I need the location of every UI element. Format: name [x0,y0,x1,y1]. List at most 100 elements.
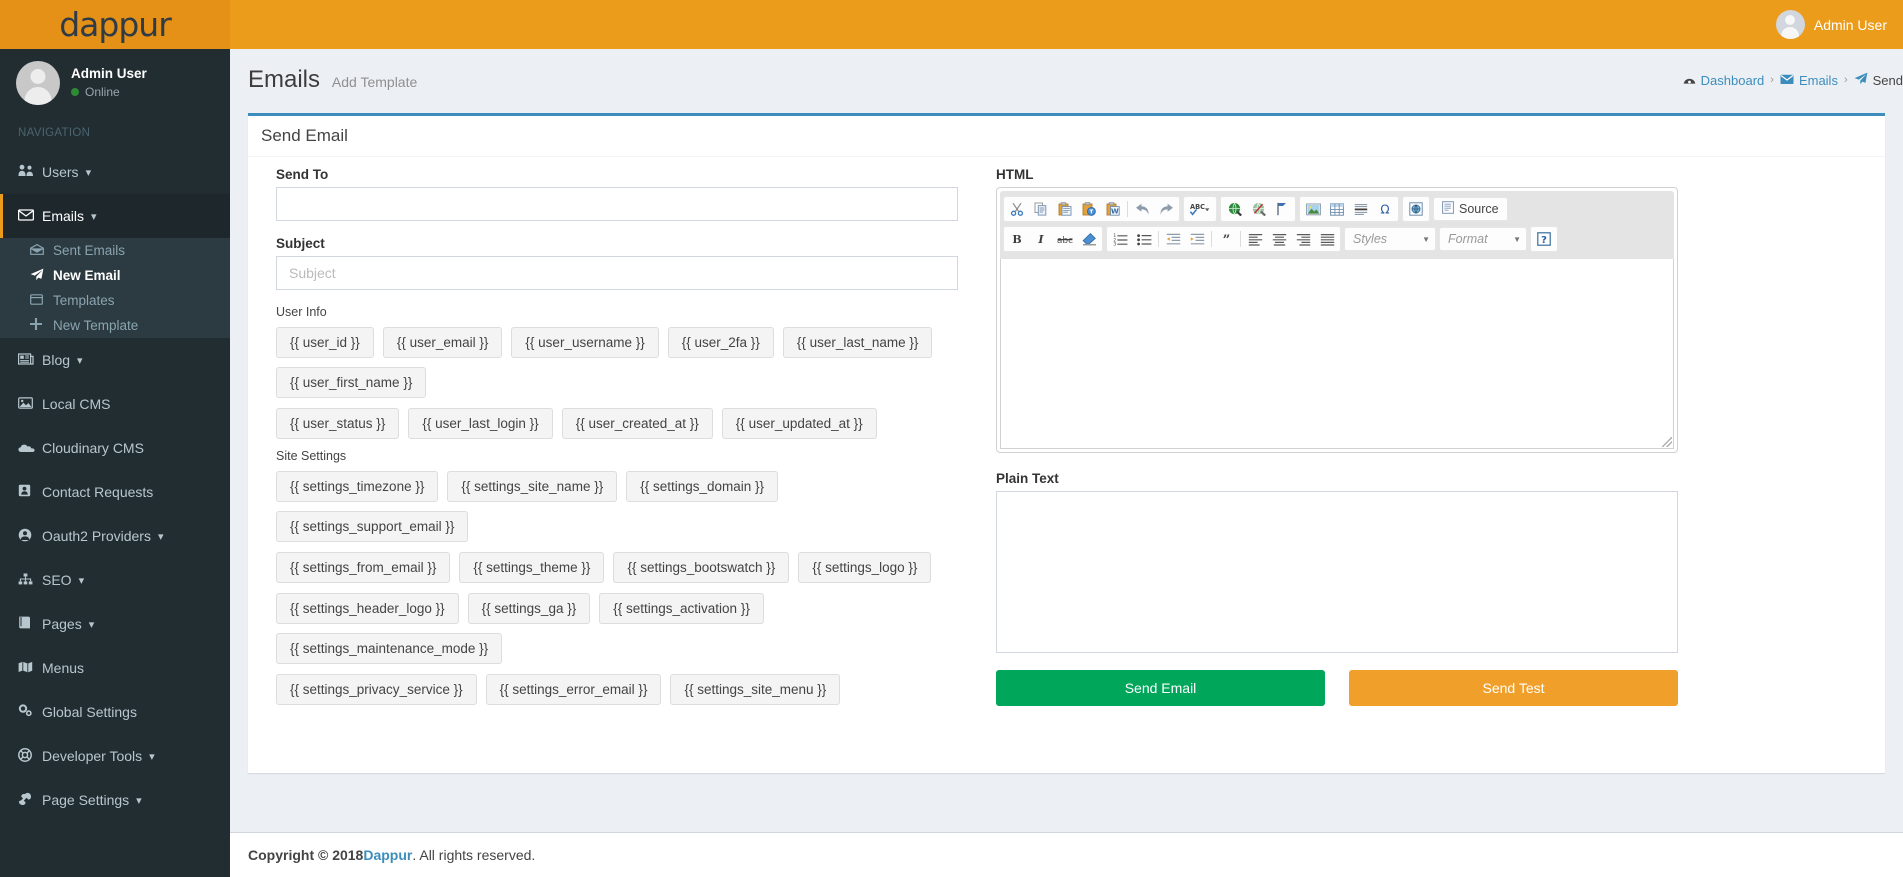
address-card-icon [18,484,42,500]
footer-brand-link[interactable]: Dappur [363,847,412,863]
increase-indent-icon[interactable] [1185,228,1209,250]
token-button[interactable]: {{ settings_maintenance_mode }} [276,633,503,664]
remove-format-icon[interactable] [1077,228,1101,250]
token-button[interactable]: {{ settings_from_email }} [276,552,451,583]
sidebar-item-users[interactable]: Users ▾ [0,150,230,194]
sidebar-item-seo[interactable]: SEO ▾ [0,558,230,602]
token-button[interactable]: {{ settings_privacy_service }} [276,674,477,705]
token-button[interactable]: {{ settings_activation }} [599,593,764,624]
token-button[interactable]: {{ user_email }} [382,327,503,358]
sidebar-item-contact-requests[interactable]: Contact Requests [0,470,230,514]
token-button[interactable]: {{ user_status }} [276,408,400,439]
sidebar-item-cloudinary-cms[interactable]: Cloudinary CMS [0,426,230,470]
subject-input[interactable] [276,256,958,290]
align-left-icon[interactable] [1243,228,1267,250]
token-button[interactable]: {{ settings_theme }} [459,552,605,583]
token-button[interactable]: {{ user_username }} [511,327,659,358]
svg-text:”: ” [1222,233,1229,246]
format-dropdown[interactable]: Format ▼ [1439,227,1527,251]
sidebar-item-developer-tools[interactable]: Developer Tools ▾ [0,734,230,778]
sidebar-item-page-settings[interactable]: Page Settings ▾ [0,778,230,822]
sidebar-item-oauth2-providers[interactable]: Oauth2 Providers ▾ [0,514,230,558]
breadcrumb-item-emails[interactable]: Emails [1780,73,1838,88]
send-to-group: Send To [276,167,958,221]
table-icon[interactable] [1325,198,1349,220]
token-button[interactable]: {{ user_2fa }} [667,327,774,358]
sidebar-item-global-settings[interactable]: Global Settings [0,690,230,734]
navbar-user-menu[interactable]: Admin User [1766,0,1897,49]
plain-text-textarea[interactable] [996,491,1678,653]
left-column: Send To Subject User Info {{ user_id }} … [261,167,973,715]
paste-text-icon[interactable] [1077,198,1101,220]
sidebar-item-new-template[interactable]: New Template [0,313,230,338]
anchor-icon[interactable] [1270,198,1294,220]
link-icon[interactable] [1222,198,1246,220]
sidebar-item-templates[interactable]: Templates [0,288,230,313]
decrease-indent-icon[interactable] [1161,228,1185,250]
redo-icon[interactable] [1154,198,1178,220]
send-email-button[interactable]: Send Email [996,670,1325,706]
editor-resize-handle[interactable] [1662,437,1672,447]
token-button[interactable]: {{ user_last_login }} [408,408,553,439]
sidebar-user-status-label: Online [85,84,120,99]
sidebar-item-sent-emails[interactable]: Sent Emails [0,238,230,263]
html-editor-content[interactable] [1000,259,1674,449]
bulleted-list-icon[interactable] [1132,228,1156,250]
token-button[interactable]: {{ user_last_name }} [782,327,933,358]
image-icon[interactable] [1301,198,1325,220]
token-button[interactable]: {{ settings_site_menu }} [670,674,841,705]
token-button[interactable]: {{ user_first_name }} [276,367,427,398]
numbered-list-icon[interactable]: 123 [1108,228,1132,250]
strikethrough-icon[interactable]: abc [1053,228,1077,250]
token-button[interactable]: {{ user_updated_at }} [721,408,877,439]
site-settings-token-row-2: {{ settings_from_email }} {{ settings_th… [276,552,958,583]
token-button[interactable]: {{ settings_site_name }} [447,471,618,502]
undo-icon[interactable] [1130,198,1154,220]
styles-dropdown[interactable]: Styles ▼ [1344,227,1436,251]
breadcrumb-item-dashboard[interactable]: Dashboard [1683,73,1764,88]
paste-word-icon[interactable]: W [1101,198,1125,220]
source-button[interactable]: Source [1433,197,1508,221]
token-button[interactable]: {{ user_id }} [276,327,374,358]
align-right-icon[interactable] [1291,228,1315,250]
token-button[interactable]: {{ settings_domain }} [626,471,779,502]
help-icon[interactable]: ? [1532,228,1556,250]
svg-text:Ω: Ω [1380,203,1389,216]
horizontal-rule-icon[interactable] [1349,198,1373,220]
align-justify-icon[interactable] [1315,228,1339,250]
italic-icon[interactable]: I [1029,228,1053,250]
sidebar-item-blog[interactable]: Blog ▾ [0,338,230,382]
sidebar-item-menus[interactable]: Menus [0,646,230,690]
navbar-right-menu: Admin User [1766,0,1903,49]
sidebar-item-pages[interactable]: Pages ▾ [0,602,230,646]
token-button[interactable]: {{ settings_header_logo }} [276,593,459,624]
special-char-icon[interactable]: Ω [1373,198,1397,220]
token-button[interactable]: {{ settings_error_email }} [485,674,662,705]
token-button[interactable]: {{ user_created_at }} [561,408,713,439]
sidebar-item-new-email[interactable]: New Email [0,263,230,288]
chevron-down-icon: ▼ [1513,234,1521,244]
token-button[interactable]: {{ settings_bootswatch }} [613,552,790,583]
spellcheck-icon[interactable]: ABC [1185,198,1215,220]
html-editor: W ABC Ω Source B I abc 1 2 3 ” Styles ▼ … [996,187,1678,453]
send-to-input[interactable] [276,187,958,221]
align-center-icon[interactable] [1267,228,1291,250]
sidebar-item-local-cms[interactable]: Local CMS [0,382,230,426]
token-button[interactable]: {{ settings_logo }} [798,552,932,583]
blockquote-icon[interactable]: ” [1214,228,1238,250]
iframe-icon[interactable] [1404,198,1428,220]
paste-icon[interactable] [1053,198,1077,220]
unlink-icon[interactable] [1246,198,1270,220]
cut-icon[interactable] [1005,198,1029,220]
bold-icon[interactable]: B [1005,228,1029,250]
site-settings-token-row-1: {{ settings_timezone }} {{ settings_site… [276,471,958,542]
copy-icon[interactable] [1029,198,1053,220]
styles-label: Styles [1353,232,1388,246]
logo-area[interactable]: dappur [0,0,230,49]
token-button[interactable]: {{ settings_ga }} [467,593,591,624]
sidebar-item-emails[interactable]: Emails ▾ [0,194,230,238]
token-button[interactable]: {{ settings_support_email }} [276,511,469,542]
envelope-open-icon [30,243,53,258]
send-test-button[interactable]: Send Test [1349,670,1678,706]
token-button[interactable]: {{ settings_timezone }} [276,471,439,502]
